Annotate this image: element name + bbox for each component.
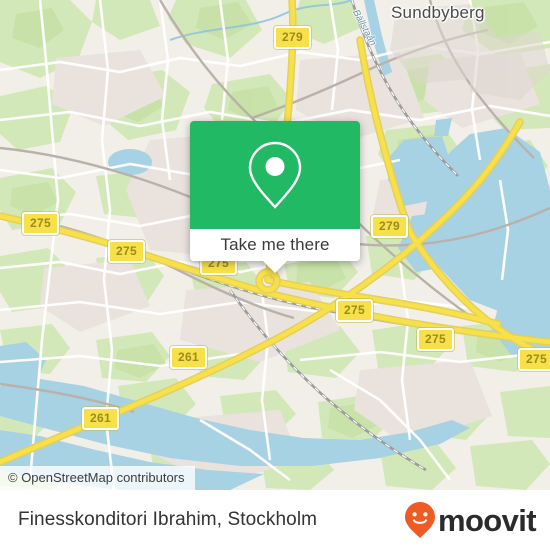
road-shield-275-southeast[interactable]: 275 xyxy=(417,328,454,351)
take-me-there-label: Take me there xyxy=(220,235,330,254)
road-shield-261-center[interactable]: 261 xyxy=(170,346,207,369)
place-popup-footer[interactable]: Take me there xyxy=(190,229,360,261)
road-shield-275-south[interactable]: 275 xyxy=(336,299,373,322)
moovit-logo[interactable]: moovit xyxy=(404,501,537,539)
osm-attribution[interactable]: © OpenStreetMap contributors xyxy=(0,466,195,490)
map-pin-icon xyxy=(248,141,302,209)
map-label-sundbyberg: Sundbyberg xyxy=(391,3,485,22)
map-screenshot: Sundbyberg Bällstaån 279 275 275 279 275… xyxy=(0,0,550,550)
place-popup-card[interactable]: Take me there xyxy=(190,121,360,273)
bottom-info-bar: Finesskonditori Ibrahim, Stockholm moovi… xyxy=(0,490,550,550)
map-canvas[interactable]: Sundbyberg Bällstaån 279 275 275 279 275… xyxy=(0,0,550,490)
road-shield-275-fareast[interactable]: 275 xyxy=(518,348,550,371)
moovit-wordmark: moovit xyxy=(437,502,537,538)
popup-pointer-tail xyxy=(262,260,288,273)
place-popup-inner: Take me there xyxy=(190,121,360,261)
moovit-smiley-pin-icon xyxy=(404,502,435,538)
road-shield-261-southwest[interactable]: 261 xyxy=(82,407,119,430)
road-shield-275-west[interactable]: 275 xyxy=(22,212,59,235)
road-shield-275-westmid[interactable]: 275 xyxy=(108,240,145,263)
road-shield-279-north[interactable]: 279 xyxy=(274,26,311,49)
road-shield-279-east[interactable]: 279 xyxy=(371,215,408,238)
place-popup-image xyxy=(190,121,360,229)
place-title: Finesskonditori Ibrahim, Stockholm xyxy=(18,509,318,530)
